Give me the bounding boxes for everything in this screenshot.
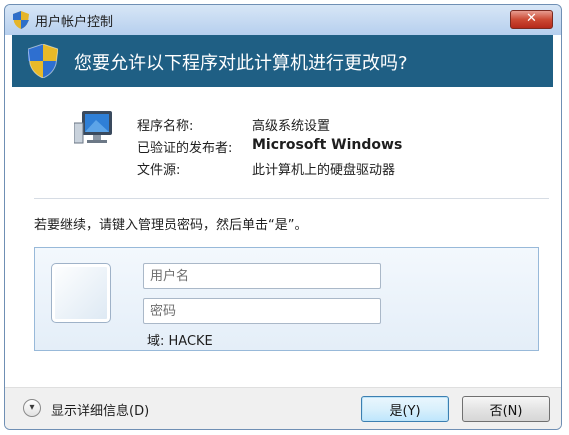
uac-dialog: 用户帐户控制 ✕ 您要允许以下程序对此计算机进行更改吗? 程序名称: 高级系统设…: [4, 4, 562, 430]
user-avatar: [51, 263, 111, 323]
file-source-label: 文件源:: [137, 163, 181, 178]
credential-panel: 域: HACKE: [34, 247, 539, 351]
computer-icon: [74, 111, 112, 144]
title-bar: 用户帐户控制 ✕: [5, 5, 561, 35]
dialog-footer: ▾ 显示详细信息(D) 是(Y) 否(N): [5, 387, 561, 429]
uac-shield-icon: [13, 11, 29, 29]
publisher-label: 已验证的发布者:: [137, 141, 233, 156]
dialog-content: 程序名称: 高级系统设置 已验证的发布者: Microsoft Windows …: [12, 87, 553, 387]
show-details-label[interactable]: 显示详细信息(D): [51, 400, 149, 419]
question-banner: 您要允许以下程序对此计算机进行更改吗?: [12, 35, 553, 87]
username-input[interactable]: [143, 263, 381, 289]
chevron-down-icon[interactable]: ▾: [23, 399, 41, 417]
close-icon: ✕: [526, 11, 537, 26]
file-source-value: 此计算机上的硬盘驱动器: [252, 163, 396, 178]
program-name-value: 高级系统设置: [252, 119, 331, 134]
publisher-value: Microsoft Windows: [252, 137, 403, 153]
window-title: 用户帐户控制: [35, 15, 114, 30]
close-button[interactable]: ✕: [510, 10, 553, 29]
program-name-label: 程序名称:: [137, 119, 194, 134]
no-button[interactable]: 否(N): [462, 396, 550, 422]
instruction-text: 若要继续，请键入管理员密码，然后单击“是”。: [34, 218, 308, 233]
domain-label: 域: HACKE: [147, 334, 213, 349]
password-input[interactable]: [143, 298, 381, 324]
uac-shield-icon: [28, 44, 58, 78]
divider: [34, 198, 549, 199]
banner-question: 您要允许以下程序对此计算机进行更改吗?: [74, 53, 408, 74]
yes-button[interactable]: 是(Y): [361, 396, 449, 422]
